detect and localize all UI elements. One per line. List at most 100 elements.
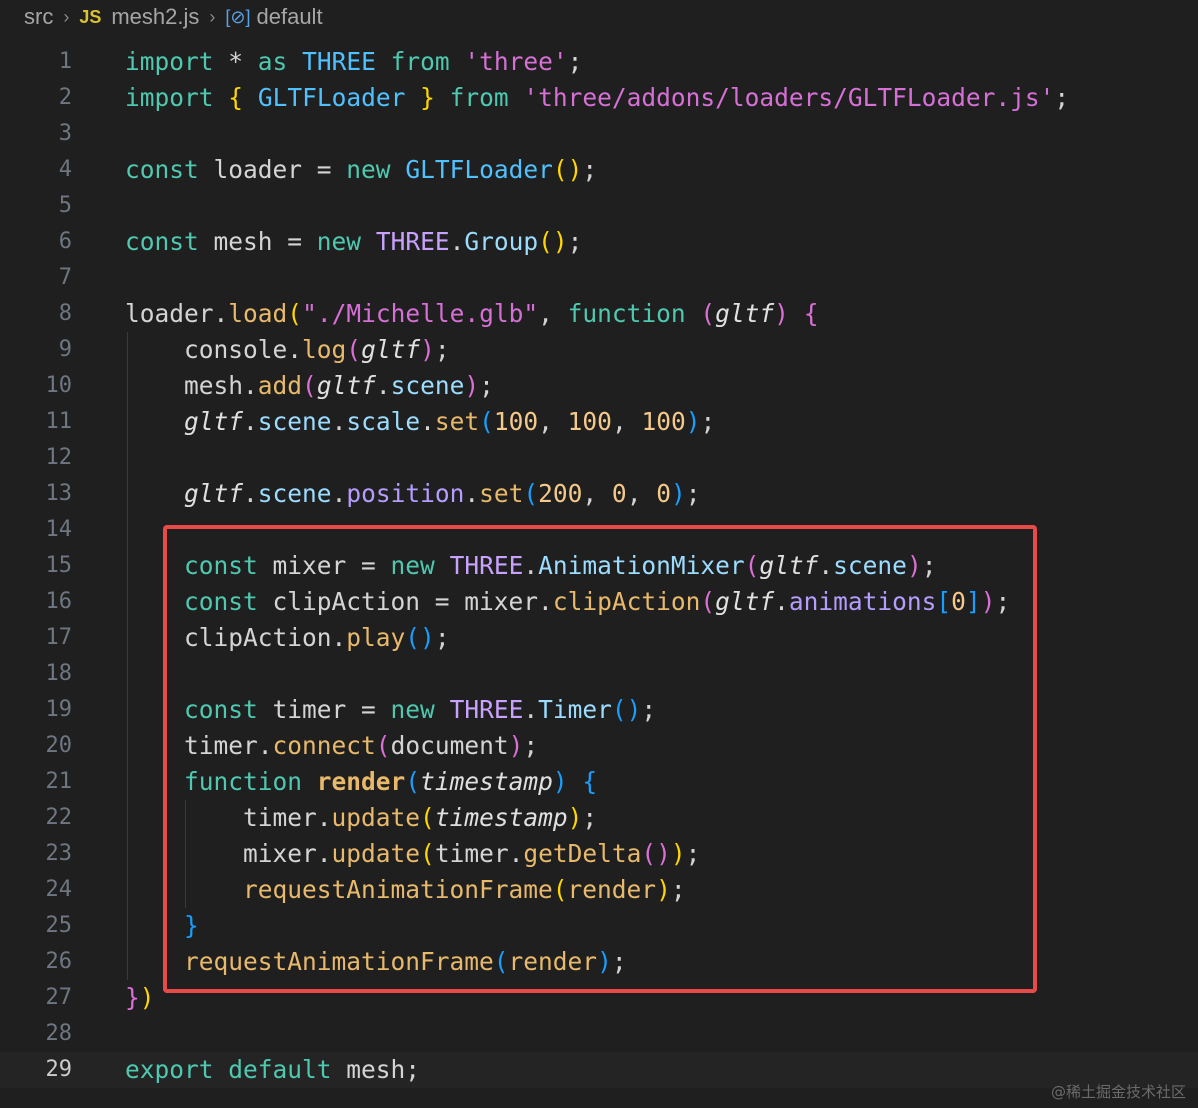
code-text: requestAnimationFrame(render);	[125, 944, 627, 980]
code-line[interactable]: 11 gltf.scene.scale.set(100, 100, 100);	[0, 404, 1198, 440]
code-token: 0	[951, 587, 966, 616]
code-token: {	[803, 299, 819, 328]
code-line[interactable]: 28	[0, 1016, 1198, 1052]
code-token: .	[523, 695, 539, 724]
code-token: (	[405, 767, 421, 796]
code-token: .	[243, 479, 258, 508]
code-token: connect	[272, 731, 376, 760]
code-token: animations	[788, 587, 937, 616]
code-token: (	[346, 335, 362, 364]
code-line[interactable]: 16 const clipAction = mixer.clipAction(g…	[0, 584, 1198, 620]
code-line[interactable]: 25 }	[0, 908, 1198, 944]
code-token: *	[213, 47, 258, 76]
code-line[interactable]: 24 requestAnimationFrame(render);	[0, 872, 1198, 908]
code-token: scene	[833, 551, 907, 580]
breadcrumb-symbol[interactable]: default	[257, 4, 323, 30]
breadcrumb-folder[interactable]: src	[24, 4, 53, 30]
code-line[interactable]: 20 timer.connect(document);	[0, 728, 1198, 764]
code-token: export	[125, 1055, 214, 1084]
code-token: 100	[641, 407, 686, 436]
code-token: (	[700, 587, 716, 616]
code-line[interactable]: 1 import * as THREE from 'three';	[0, 44, 1198, 80]
code-text: }	[125, 908, 199, 944]
code-token: const	[184, 695, 258, 724]
code-token: )	[552, 767, 568, 796]
code-line[interactable]: 5	[0, 188, 1198, 224]
code-line[interactable]: 29 export default mesh;	[0, 1052, 1198, 1088]
code-token: const	[125, 155, 199, 184]
code-token: ,	[582, 479, 612, 508]
code-line[interactable]: 26 requestAnimationFrame(render);	[0, 944, 1198, 980]
code-line[interactable]: 13 gltf.scene.position.set(200, 0, 0);	[0, 476, 1198, 512]
code-token: THREE	[449, 551, 524, 580]
code-token: play	[346, 623, 406, 652]
code-token: (	[420, 803, 435, 832]
code-line[interactable]: 22 timer.update(timestamp);	[0, 800, 1198, 836]
code-line[interactable]: 3	[0, 116, 1198, 152]
code-token: render	[316, 767, 406, 796]
code-token: }	[125, 983, 140, 1012]
code-token: mesh	[125, 371, 244, 400]
code-line[interactable]: 10 mesh.add(gltf.scene);	[0, 368, 1198, 404]
code-text: const loader = new GLTFLoader();	[125, 152, 597, 188]
code-line[interactable]: 8 loader.load("./Michelle.glb", function …	[0, 296, 1198, 332]
code-line[interactable]: 12	[0, 440, 1198, 476]
code-token: set	[479, 479, 524, 508]
code-text: timer.update(timestamp);	[125, 800, 597, 836]
code-line[interactable]: 4 const loader = new GLTFLoader();	[0, 152, 1198, 188]
code-editor[interactable]: 1 import * as THREE from 'three'; 2 import …	[0, 44, 1198, 1088]
code-token: .	[508, 839, 524, 868]
code-token: ,	[538, 407, 568, 436]
code-line[interactable]: 27})	[0, 980, 1198, 1016]
code-token: import	[125, 83, 214, 112]
line-number: 14	[45, 517, 73, 542]
code-token: mixer =	[257, 551, 391, 580]
code-token: "./Michelle.glb"	[302, 299, 539, 328]
code-text: import { GLTFLoader } from 'three/addons…	[125, 80, 1069, 116]
code-token: .	[538, 587, 553, 616]
code-token: )	[774, 299, 789, 328]
line-number: 12	[45, 445, 73, 470]
code-token: clipAction	[125, 623, 332, 652]
code-text: mixer.update(timer.getDelta());	[125, 836, 700, 872]
code-text: timer.connect(document);	[125, 728, 538, 764]
code-token: .	[464, 479, 480, 508]
code-token: new	[346, 155, 391, 184]
code-token: timer	[434, 839, 509, 868]
line-number: 11	[45, 409, 73, 434]
code-line[interactable]: 23 mixer.update(timer.getDelta());	[0, 836, 1198, 872]
code-token: )	[508, 731, 524, 760]
code-line[interactable]: 17 clipAction.play();	[0, 620, 1198, 656]
code-token: .	[331, 479, 347, 508]
code-token: position	[346, 479, 465, 508]
code-token: {	[582, 767, 598, 796]
code-line[interactable]: 2 import { GLTFLoader } from 'three/addon…	[0, 80, 1198, 116]
breadcrumb-file[interactable]: mesh2.js	[111, 4, 199, 30]
line-number: 2	[58, 85, 72, 110]
code-token: ]	[965, 587, 981, 616]
code-token: 0	[656, 479, 671, 508]
code-line[interactable]: 6 const mesh = new THREE.Group();	[0, 224, 1198, 260]
code-line[interactable]: 9 console.log(gltf);	[0, 332, 1198, 368]
code-text: gltf.scene.scale.set(100, 100, 100);	[125, 404, 715, 440]
code-token: (	[744, 551, 760, 580]
code-line[interactable]: 15 const mixer = new THREE.AnimationMixe…	[0, 548, 1198, 584]
code-text: gltf.scene.position.set(200, 0, 0);	[125, 476, 700, 512]
code-token: .	[774, 587, 789, 616]
line-number: 23	[45, 841, 73, 866]
code-token: GLTFLoader	[405, 155, 553, 184]
code-line[interactable]: 21 function render(timestamp) {	[0, 764, 1198, 800]
code-line[interactable]: 14	[0, 512, 1198, 548]
code-token: clipAction = mixer	[257, 587, 539, 616]
code-line[interactable]: 19 const timer = new THREE.Timer();	[0, 692, 1198, 728]
line-number: 13	[45, 481, 73, 506]
line-number: 19	[45, 697, 73, 722]
code-line[interactable]: 18	[0, 656, 1198, 692]
code-line[interactable]: 7	[0, 260, 1198, 296]
code-token: ()	[611, 695, 642, 724]
line-number: 3	[58, 121, 72, 146]
chevron-right-icon: ›	[63, 6, 70, 27]
